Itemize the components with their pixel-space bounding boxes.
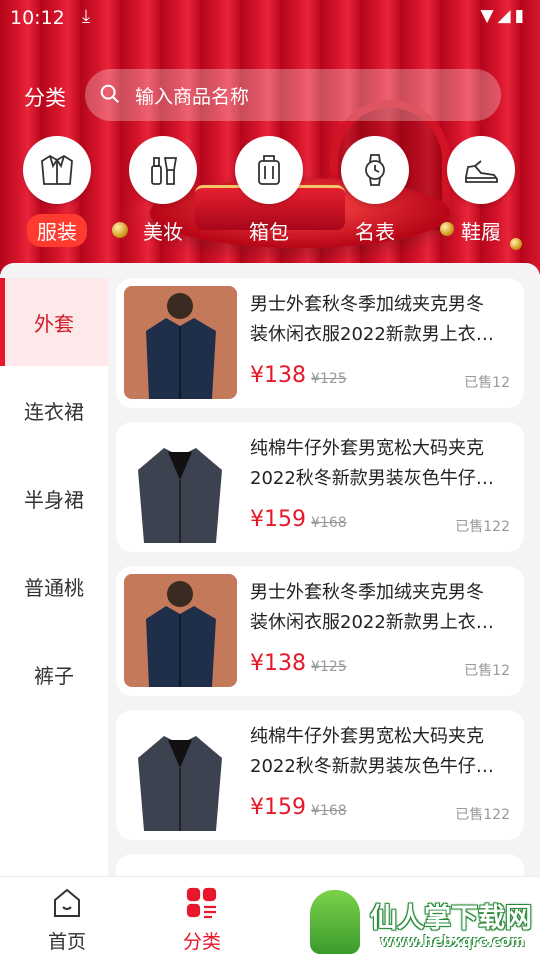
product-title: 纯棉牛仔外套男宽松大码夹克 2022秋冬新款男装灰色牛仔衣…: [250, 438, 508, 489]
product-sold-count: 已售122: [455, 519, 510, 535]
sidebar-item-label: 普通桃: [24, 575, 84, 600]
status-time: 10:12: [10, 7, 65, 29]
product-original-price: ¥168: [311, 515, 347, 531]
category-label: 服装: [27, 214, 87, 247]
watermark-url: www.hebxqrc.com: [380, 934, 525, 950]
product-image: [124, 286, 237, 399]
search-placeholder: 输入商品名称: [135, 86, 250, 108]
sidebar-item-coats[interactable]: 外套: [0, 278, 108, 366]
category-makeup[interactable]: 美妆: [123, 136, 203, 247]
status-bar: 10:12 ⤓ ▼◢▮: [0, 0, 540, 36]
tab-category[interactable]: 分类: [152, 885, 252, 954]
makeup-icon: [151, 157, 178, 185]
watermark-logo: 仙人掌下载网 www.hebxqrc.com: [300, 882, 540, 960]
product-card[interactable]: 纯棉牛仔外套男宽松大码夹克 2022秋冬新款男装灰色牛仔衣… ¥159 ¥168 …: [116, 710, 524, 840]
sidebar-item-pants[interactable]: 裤子: [0, 630, 108, 718]
product-image: [124, 574, 237, 687]
category-luggage[interactable]: 箱包: [229, 136, 309, 247]
product-sold-count: 已售12: [464, 663, 510, 679]
signal-icons: ▼◢▮: [480, 6, 528, 26]
category-clothing[interactable]: 服装: [17, 136, 97, 247]
product-image: [124, 430, 237, 543]
sidebar: 外套 连衣裙 半身裙 普通桃 裤子: [0, 278, 108, 883]
cactus-icon: [310, 890, 360, 954]
sidebar-item-skirts[interactable]: 半身裙: [0, 454, 108, 542]
page-title: 分类: [24, 86, 66, 110]
sidebar-item-label: 裤子: [34, 663, 74, 688]
category-label: 美妆: [143, 220, 183, 244]
category-label: 箱包: [249, 220, 289, 244]
home-icon: [54, 888, 80, 917]
product-title: 纯棉牛仔外套男宽松大码夹克 2022秋冬新款男装灰色牛仔衣…: [250, 726, 508, 777]
download-icon: ⤓: [82, 6, 90, 27]
sneaker-icon: [465, 160, 498, 183]
product-original-price: ¥168: [311, 803, 347, 819]
sidebar-item-dresses[interactable]: 连衣裙: [0, 366, 108, 454]
product-card[interactable]: 男士外套秋冬季加绒夹克男冬 装休闲衣服2022新款男上衣中… ¥138 ¥125 …: [116, 566, 524, 696]
product-title: 男士外套秋冬季加绒夹克男冬 装休闲衣服2022新款男上衣中…: [250, 294, 508, 345]
search-input[interactable]: 输入商品名称: [85, 69, 501, 121]
product-card[interactable]: 纯棉牛仔外套男宽松大码夹克 2022秋冬新款男装灰色牛仔衣… ¥159 ¥168 …: [116, 422, 524, 552]
tab-home[interactable]: 首页: [17, 885, 117, 954]
watermark-name: 仙人掌下载网: [370, 903, 532, 934]
product-card[interactable]: 男士外套秋冬季加绒夹克男冬 装休闲衣服2022新款男上衣中… ¥138 ¥125 …: [116, 278, 524, 408]
category-label: 鞋履: [461, 220, 501, 244]
product-image: [124, 718, 237, 831]
product-price: ¥138: [250, 651, 306, 676]
category-icon: [186, 887, 217, 919]
product-price: ¥159: [250, 795, 306, 820]
product-sold-count: 已售12: [464, 375, 510, 391]
category-shoes[interactable]: 鞋履: [441, 136, 521, 247]
category-watches[interactable]: 名表: [335, 136, 415, 247]
jacket-icon: [41, 154, 73, 185]
product-price: ¥138: [250, 363, 306, 388]
product-original-price: ¥125: [311, 659, 347, 675]
sidebar-item-label: 连衣裙: [24, 399, 84, 424]
product-original-price: ¥125: [311, 371, 347, 387]
product-sold-count: 已售122: [455, 807, 510, 823]
watch-icon: [365, 154, 385, 186]
sidebar-item-label: 外套: [34, 311, 74, 336]
tab-label: 首页: [47, 931, 86, 953]
product-price: ¥159: [250, 507, 306, 532]
tab-label: 分类: [182, 931, 221, 953]
category-label: 名表: [355, 220, 395, 244]
sidebar-item-peaches[interactable]: 普通桃: [0, 542, 108, 630]
search-icon: [100, 84, 119, 103]
luggage-icon: [258, 155, 280, 185]
sidebar-item-label: 半身裙: [24, 487, 84, 512]
content-panel: 外套 连衣裙 半身裙 普通桃 裤子 男士外套秋冬季加绒夹克男冬 装休闲衣服2022…: [0, 263, 540, 883]
product-title: 男士外套秋冬季加绒夹克男冬 装休闲衣服2022新款男上衣中…: [250, 582, 508, 633]
